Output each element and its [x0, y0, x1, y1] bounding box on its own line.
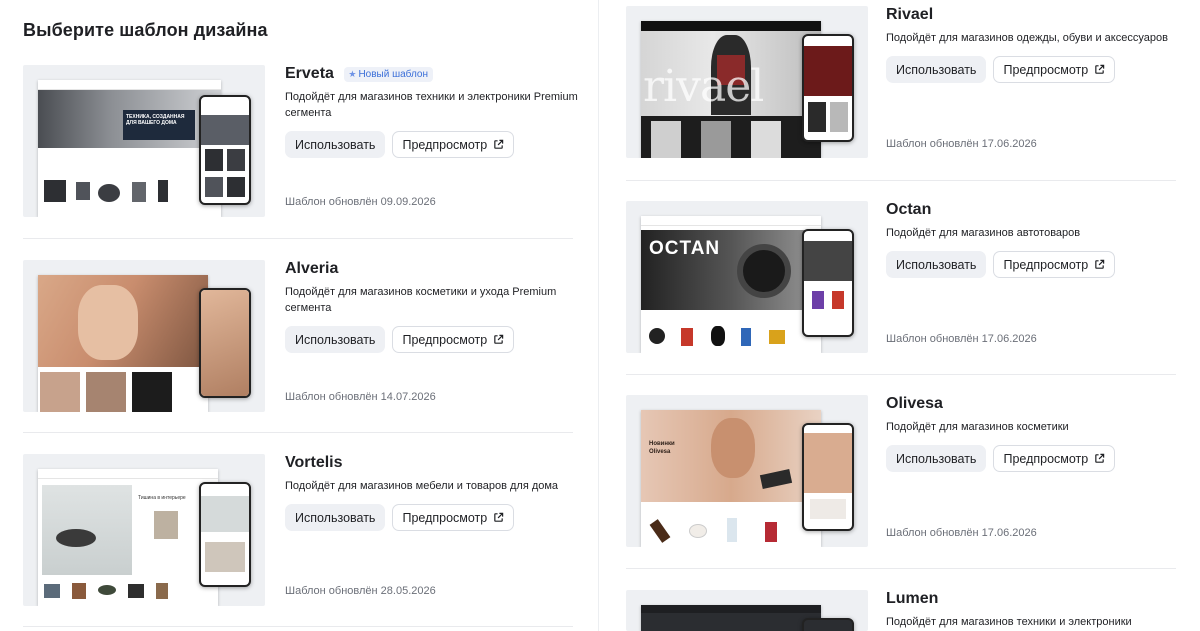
mobile-preview: [199, 288, 251, 398]
template-name: Rivael: [886, 6, 934, 23]
divider: [23, 432, 573, 433]
mobile-preview: [802, 229, 854, 337]
preview-button[interactable]: Предпросмотр: [993, 445, 1116, 473]
template-description: Подойдёт для магазинов мебели и товаров …: [285, 480, 559, 493]
mobile-preview: [199, 95, 251, 205]
mobile-preview: [802, 34, 854, 142]
star-icon: ★: [348, 68, 357, 79]
use-button[interactable]: Использовать: [886, 251, 987, 279]
olivesa-hero-text: Новинки Olivesa: [649, 441, 675, 455]
divider: [626, 568, 1176, 569]
divider: [23, 626, 573, 627]
external-link-icon: [494, 513, 504, 522]
template-thumbnail[interactable]: Новинки Olivesa: [626, 395, 868, 547]
template-thumbnail[interactable]: [23, 260, 265, 412]
use-button[interactable]: Использовать: [285, 131, 386, 159]
template-thumbnail[interactable]: OCTAN: [626, 201, 868, 353]
template-description: Подойдёт для магазинов косметики: [886, 421, 1069, 434]
desktop-preview: rivael: [641, 21, 821, 158]
preview-button-label: Предпросмотр: [1003, 62, 1089, 77]
vortelis-hero-text: Тишина в интерьере: [138, 495, 186, 501]
desktop-preview: ТЕХНИКА, СОЗДАННАЯ ДЛЯ ВАШЕГО ДОМА: [38, 80, 221, 217]
template-thumbnail[interactable]: Тишина в интерьере: [23, 454, 265, 606]
template-thumbnail[interactable]: rivael: [626, 6, 868, 158]
template-updated-date: Шаблон обновлён 28.05.2026: [285, 585, 436, 597]
template-name: Erveta: [285, 65, 334, 82]
template-card-lumen: Lumen Подойдёт для магазинов техники и э…: [626, 590, 1176, 631]
right-column: rivael Rivael Подойдёт для магазинов оде…: [598, 0, 1200, 631]
template-thumbnail[interactable]: ТЕХНИКА, СОЗДАННАЯ ДЛЯ ВАШЕГО ДОМА: [23, 65, 265, 217]
mobile-preview: [199, 482, 251, 587]
template-thumbnail[interactable]: [626, 590, 868, 631]
template-description: Подойдёт для магазинов одежды, обуви и а…: [886, 32, 1168, 45]
preview-button-label: Предпросмотр: [402, 137, 488, 152]
external-link-icon: [494, 140, 504, 149]
external-link-icon: [1095, 65, 1105, 74]
template-card-vortelis: Тишина в интерьере Vortelis Подойдёт для…: [23, 454, 573, 606]
divider: [626, 180, 1176, 181]
mobile-preview: [802, 618, 854, 631]
desktop-preview: OCTAN: [641, 216, 821, 353]
desktop-preview: [641, 605, 821, 631]
template-name: Vortelis: [285, 454, 343, 471]
template-description: Подойдёт для магазинов косметики и ухода…: [285, 286, 557, 315]
divider: [23, 238, 573, 239]
divider: [626, 374, 1176, 375]
mobile-preview: [802, 423, 854, 531]
external-link-icon: [1095, 454, 1105, 463]
use-button[interactable]: Использовать: [886, 445, 987, 473]
desktop-preview: Новинки Olivesa: [641, 410, 821, 547]
external-link-icon: [494, 335, 504, 344]
template-updated-date: Шаблон обновлён 14.07.2026: [285, 391, 436, 403]
page-title: Выберите шаблон дизайна: [23, 20, 268, 40]
use-button[interactable]: Использовать: [886, 56, 987, 84]
template-updated-date: Шаблон обновлён 17.06.2026: [886, 333, 1037, 345]
template-card-olivesa: Новинки Olivesa Olivesa Подойдёт для маг…: [626, 395, 1176, 547]
template-description: Подойдёт для магазинов техники и электро…: [886, 616, 1132, 629]
preview-button[interactable]: Предпросмотр: [993, 56, 1116, 84]
left-column: Выберите шаблон дизайна ТЕХНИКА, СОЗДАНН…: [0, 0, 598, 631]
desktop-preview: [38, 275, 208, 412]
template-name: Octan: [886, 201, 932, 218]
template-updated-date: Шаблон обновлён 09.09.2026: [285, 196, 436, 208]
external-link-icon: [1095, 260, 1105, 269]
preview-button[interactable]: Предпросмотр: [392, 326, 515, 354]
template-name: Lumen: [886, 590, 939, 607]
new-template-badge: ★ Новый шаблон: [344, 66, 433, 82]
preview-button-label: Предпросмотр: [402, 332, 488, 347]
template-updated-date: Шаблон обновлён 17.06.2026: [886, 527, 1037, 539]
octan-hero-text: OCTAN: [649, 238, 721, 259]
template-description: Подойдёт для магазинов автотоваров: [886, 227, 1081, 240]
template-card-octan: OCTAN Octan Подойдёт для магазинов автот…: [626, 201, 1176, 353]
template-description: Подойдёт для магазинов техники и электро…: [285, 91, 578, 120]
preview-button-label: Предпросмотр: [1003, 451, 1089, 466]
template-name: Olivesa: [886, 395, 943, 412]
preview-button[interactable]: Предпросмотр: [392, 504, 515, 532]
preview-button-label: Предпросмотр: [1003, 257, 1089, 272]
template-updated-date: Шаблон обновлён 17.06.2026: [886, 138, 1037, 150]
use-button[interactable]: Использовать: [285, 326, 386, 354]
erveta-hero-text: ТЕХНИКА, СОЗДАННАЯ ДЛЯ ВАШЕГО ДОМА: [126, 114, 185, 126]
preview-button[interactable]: Предпросмотр: [392, 131, 515, 159]
use-button[interactable]: Использовать: [285, 504, 386, 532]
preview-button[interactable]: Предпросмотр: [993, 251, 1116, 279]
desktop-preview: Тишина в интерьере: [38, 469, 218, 606]
rivael-logo-text: rivael: [643, 61, 764, 112]
preview-button-label: Предпросмотр: [402, 510, 488, 525]
template-card-alveria: Alveria Подойдёт для магазинов косметики…: [23, 260, 573, 412]
template-card-rivael: rivael Rivael Подойдёт для магазинов оде…: [626, 6, 1176, 158]
template-name: Alveria: [285, 260, 339, 277]
template-card-erveta: ТЕХНИКА, СОЗДАННАЯ ДЛЯ ВАШЕГО ДОМА Ervet…: [23, 65, 578, 225]
